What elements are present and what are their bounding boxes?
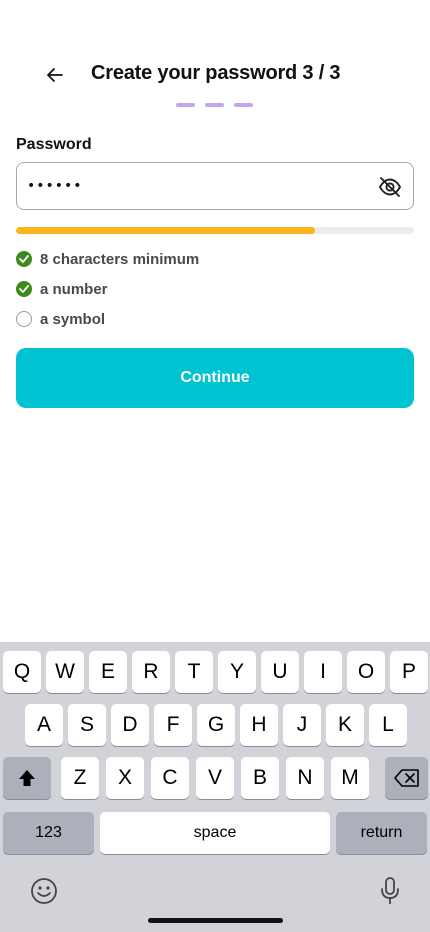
password-strength-bar — [16, 227, 414, 234]
key-n[interactable]: N — [286, 757, 324, 799]
key-w[interactable]: W — [46, 651, 84, 693]
key-j[interactable]: J — [283, 704, 321, 746]
emoji-key[interactable] — [28, 875, 60, 907]
key-v[interactable]: V — [196, 757, 234, 799]
empty-circle-icon — [16, 311, 32, 327]
keyboard: QWERTYUIOP ASDFGHJKL ZXCVBNM 123 space ret… — [0, 642, 430, 932]
delete-key[interactable] — [385, 757, 428, 799]
password-input[interactable] — [27, 163, 367, 209]
arrow-left-icon — [47, 68, 63, 82]
key-h[interactable]: H — [240, 704, 278, 746]
step-dash — [205, 103, 224, 107]
key-m[interactable]: M — [331, 757, 369, 799]
requirement-item: 8 characters minimum — [16, 249, 199, 269]
backspace-icon — [393, 769, 419, 787]
step-dash — [176, 103, 195, 107]
key-u[interactable]: U — [261, 651, 299, 693]
requirement-label: a symbol — [40, 310, 106, 328]
key-d[interactable]: D — [111, 704, 149, 746]
numbers-key[interactable]: 123 — [3, 812, 94, 854]
requirement-label: 8 characters minimum — [40, 250, 200, 268]
key-b[interactable]: B — [241, 757, 279, 799]
key-o[interactable]: O — [347, 651, 385, 693]
toggle-visibility-button[interactable] — [377, 174, 403, 200]
home-indicator — [148, 918, 283, 923]
key-l[interactable]: L — [369, 704, 407, 746]
key-t[interactable]: T — [175, 651, 213, 693]
key-c[interactable]: C — [151, 757, 189, 799]
shift-icon — [19, 770, 35, 786]
back-button[interactable] — [40, 60, 70, 90]
key-x[interactable]: X — [106, 757, 144, 799]
space-key[interactable]: space — [100, 812, 330, 854]
key-i[interactable]: I — [304, 651, 342, 693]
step-indicator — [176, 103, 253, 107]
shift-key[interactable] — [3, 757, 51, 799]
microphone-icon — [381, 877, 399, 904]
key-e[interactable]: E — [89, 651, 127, 693]
key-z[interactable]: Z — [61, 757, 99, 799]
requirement-label: a number — [40, 280, 108, 298]
dictation-key[interactable] — [375, 875, 405, 907]
password-label: Password — [16, 136, 92, 153]
key-a[interactable]: A — [25, 704, 63, 746]
key-y[interactable]: Y — [218, 651, 256, 693]
key-s[interactable]: S — [68, 704, 106, 746]
key-g[interactable]: G — [197, 704, 235, 746]
key-f[interactable]: F — [154, 704, 192, 746]
page-title: Create your password 3 / 3 — [91, 62, 341, 84]
password-strength-fill — [16, 227, 315, 234]
key-k[interactable]: K — [326, 704, 364, 746]
return-key[interactable]: return — [336, 812, 427, 854]
emoji-icon — [31, 878, 57, 904]
key-p[interactable]: P — [390, 651, 428, 693]
eye-off-icon — [379, 177, 401, 197]
requirement-item: a number — [16, 279, 108, 299]
step-dash — [234, 103, 253, 107]
key-q[interactable]: Q — [3, 651, 41, 693]
requirement-item: a symbol — [16, 309, 105, 329]
header: Create your password 3 / 3 — [0, 58, 430, 92]
key-r[interactable]: R — [132, 651, 170, 693]
check-circle-icon — [16, 281, 32, 297]
continue-button[interactable]: Continue — [16, 348, 414, 408]
password-field[interactable] — [16, 162, 414, 210]
check-circle-icon — [16, 251, 32, 267]
